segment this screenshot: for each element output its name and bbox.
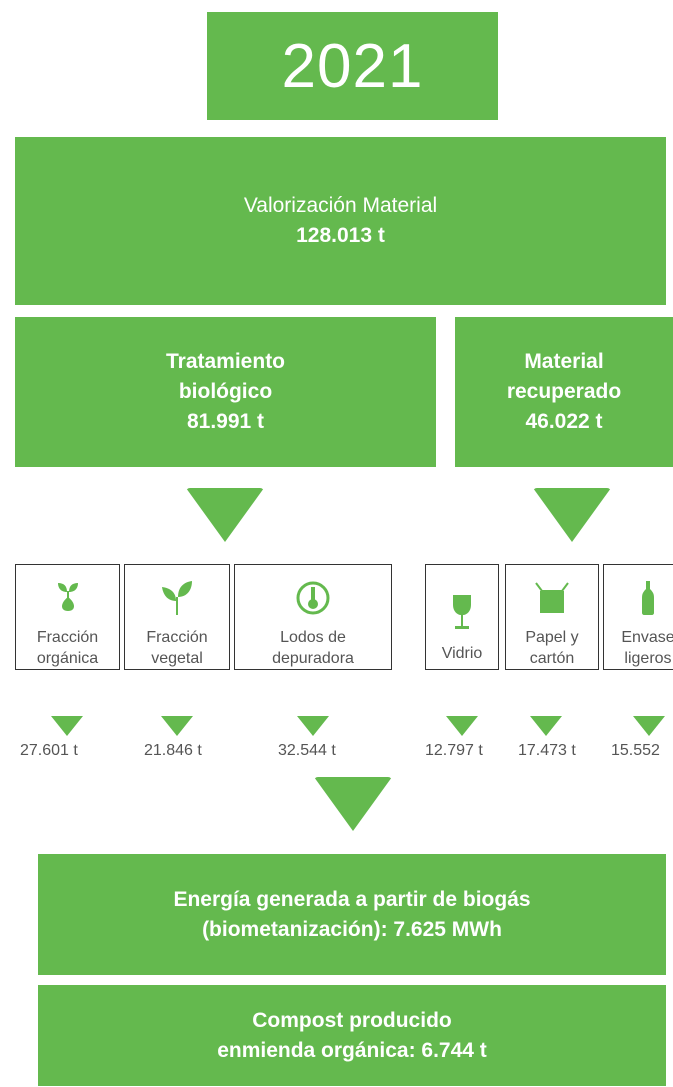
card-label: Papel y cartón (525, 629, 579, 667)
material-value: 46.022 t (525, 410, 603, 433)
card-label: Lodos de depuradora (272, 629, 354, 667)
energia-line-1: Energía generada a partir de biogás (173, 887, 531, 911)
card-fraccion-vegetal: Fracción vegetal (124, 564, 230, 670)
card-papel: Papel y cartón (505, 564, 599, 670)
valorizacion-title: Valorización Material (243, 194, 438, 217)
sprout-icon (56, 581, 80, 615)
material-title-1: Material (524, 350, 604, 373)
year-label: 2021 (281, 31, 424, 101)
year-box: 2021 (207, 12, 498, 120)
arrow-down-icon (446, 716, 478, 736)
card-label: Envase ligeros (621, 629, 673, 667)
value-papel: 17.473 t (518, 742, 576, 759)
compost-line-2: enmienda orgánica: 6.744 t (217, 1038, 487, 1062)
arrow-down-icon (161, 716, 193, 736)
material-title-2: recuperado (506, 380, 622, 403)
tratamiento-title-2: biológico (178, 380, 273, 403)
arrow-down-icon (530, 716, 562, 736)
arrow-down-icon (633, 716, 665, 736)
arrow-down-icon (186, 488, 264, 542)
diagram: 2021 Valorización Material 128.013 t Tra… (0, 0, 673, 1087)
valorizacion-box: Valorización Material 128.013 t (15, 137, 666, 305)
value-vidrio: 12.797 t (425, 742, 483, 759)
value-fraccion-vegetal: 21.846 t (144, 742, 202, 759)
valorizacion-value: 128.013 t (296, 224, 385, 247)
material-box: Material recuperado 46.022 t (455, 317, 673, 467)
bottle-icon (611, 581, 673, 615)
card-label: Fracción vegetal (146, 629, 208, 667)
thermometer-icon (296, 581, 330, 615)
value-lodos: 32.544 t (278, 742, 336, 759)
tratamiento-value: 81.991 t (186, 410, 265, 433)
tratamiento-box: Tratamiento biológico 81.991 t (15, 317, 436, 467)
value-fraccion-organica: 27.601 t (20, 742, 78, 759)
tratamiento-title-1: Tratamiento (165, 350, 286, 373)
arrow-down-icon (51, 716, 83, 736)
leaf-icon (161, 581, 193, 615)
card-lodos: Lodos de depuradora (234, 564, 392, 670)
energia-box: Energía generada a partir de biogás (bio… (38, 854, 666, 975)
paper-box-icon (534, 581, 570, 615)
wine-glass-icon (451, 581, 473, 631)
card-vidrio: Vidrio (425, 564, 499, 670)
arrow-down-icon (297, 716, 329, 736)
card-label: Vidrio (441, 645, 483, 662)
arrow-down-icon (533, 488, 611, 542)
card-fraccion-organica: Fracción orgánica (15, 564, 120, 670)
energia-line-2: (biometanización): 7.625 MWh (202, 917, 502, 941)
value-envases: 15.552 (611, 742, 660, 759)
compost-line-1: Compost producido (252, 1008, 452, 1032)
card-envases: Envase ligeros (603, 564, 673, 670)
compost-box: Compost producido enmienda orgánica: 6.7… (38, 985, 666, 1086)
arrow-down-icon (314, 777, 392, 831)
card-label: Fracción orgánica (36, 629, 99, 667)
